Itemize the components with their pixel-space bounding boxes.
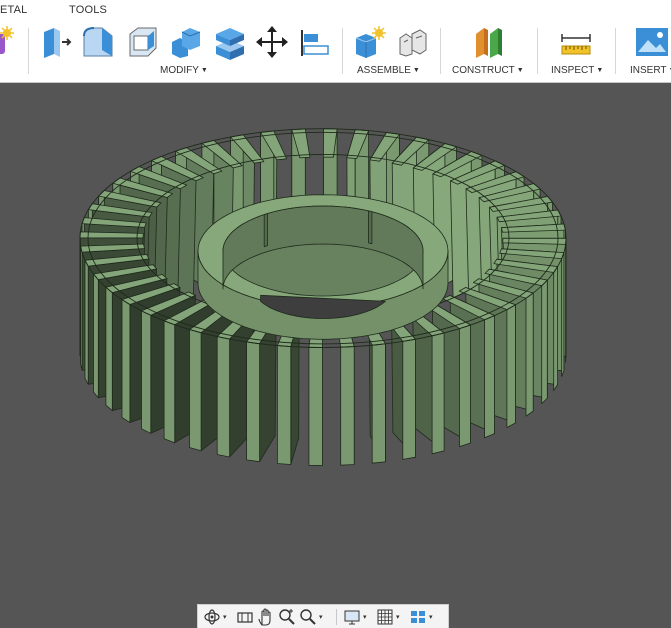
measure-icon[interactable]: [558, 24, 594, 60]
heat-sink-fin-end: [371, 343, 386, 464]
separator: [537, 28, 538, 74]
heat-sink-fin-end: [506, 304, 516, 429]
tab-sheet-metal[interactable]: ETAL: [0, 4, 28, 16]
heat-sink-fin-end: [561, 252, 565, 378]
grid-icon[interactable]: [375, 607, 395, 627]
heat-sink-fin-end: [553, 266, 558, 391]
toolbar: ETAL TOOLS MODIFY ▼ ASSEMBLE ▼ CONSTRUCT ▼: [0, 0, 671, 83]
create-form-icon[interactable]: [0, 24, 16, 60]
heat-sink-fin-end: [246, 341, 261, 463]
offset-plane-icon[interactable]: [470, 24, 506, 60]
heat-sink-fin-end: [541, 279, 548, 405]
look-at-icon[interactable]: [235, 607, 255, 627]
assemble-caret: ▼: [412, 67, 420, 74]
construct-caret: ▼: [516, 67, 524, 74]
heat-sink-fin-end: [189, 329, 202, 452]
orbit-caret[interactable]: ▾: [223, 613, 231, 621]
group-label-assemble[interactable]: ASSEMBLE ▼: [357, 65, 420, 76]
viewports-caret[interactable]: ▾: [429, 613, 437, 621]
tab-tools[interactable]: TOOLS: [69, 4, 107, 16]
heat-sink-fin-end: [402, 338, 416, 460]
group-label-inspect[interactable]: INSPECT ▼: [551, 65, 603, 76]
heat-sink-fin-end: [276, 345, 292, 465]
zoom-icon[interactable]: [277, 607, 297, 627]
display-caret[interactable]: ▾: [363, 613, 371, 621]
keyway-slot: [367, 210, 373, 245]
modify-caret: ▼: [200, 67, 208, 74]
joint-icon[interactable]: [394, 24, 430, 60]
heat-sink-fin-end: [80, 245, 83, 371]
heat-sink-fin-end: [484, 315, 495, 439]
viewports-icon[interactable]: [408, 607, 428, 627]
inspect-caret: ▼: [596, 67, 604, 74]
separator: [342, 28, 343, 74]
group-label-construct[interactable]: CONSTRUCT ▼: [452, 65, 524, 76]
display-settings-icon[interactable]: [342, 607, 362, 627]
separator: [336, 608, 337, 625]
group-label-insert[interactable]: INSERT▼: [630, 65, 671, 76]
heat-sink-fin-end: [105, 286, 113, 412]
group-label-modify[interactable]: MODIFY ▼: [160, 65, 208, 76]
press-pull-icon[interactable]: [40, 24, 76, 60]
new-component-icon[interactable]: [352, 24, 388, 60]
navigation-bar: ▾ ▾ ▾ ▾ ▾: [197, 604, 449, 628]
heat-sink-fin-end: [121, 299, 131, 423]
heat-sink-fin-end: [163, 320, 176, 444]
heat-sink-fin-end: [340, 346, 355, 466]
combine-icon[interactable]: [168, 24, 204, 60]
separator: [615, 28, 616, 74]
separator: [28, 28, 29, 74]
heat-sink-model[interactable]: [0, 83, 671, 628]
grid-caret[interactable]: ▾: [396, 613, 404, 621]
insert-image-icon[interactable]: [634, 24, 670, 60]
heat-sink-fin-end: [459, 324, 471, 448]
keyway-slot: [263, 213, 268, 248]
heat-sink-fin-end: [141, 310, 152, 434]
heat-sink-fin-end: [431, 332, 445, 455]
scale-icon[interactable]: [212, 24, 248, 60]
orbit-icon[interactable]: [202, 607, 222, 627]
shell-icon[interactable]: [124, 24, 160, 60]
heat-sink-fin-end: [84, 259, 89, 385]
separator: [440, 28, 441, 74]
viewport-canvas[interactable]: [0, 83, 671, 628]
fillet-icon[interactable]: [80, 24, 116, 60]
pan-hand-icon[interactable]: [256, 607, 276, 627]
align-icon[interactable]: [298, 24, 334, 60]
zoom-window-icon[interactable]: [298, 607, 318, 627]
heat-sink-fin-end: [308, 346, 323, 466]
heat-sink-fin-end: [93, 273, 99, 399]
move-icon[interactable]: [254, 24, 290, 60]
heat-sink-fin-end: [216, 336, 231, 458]
heat-sink-fin-end: [525, 292, 534, 417]
zoom-caret[interactable]: ▾: [319, 613, 327, 621]
